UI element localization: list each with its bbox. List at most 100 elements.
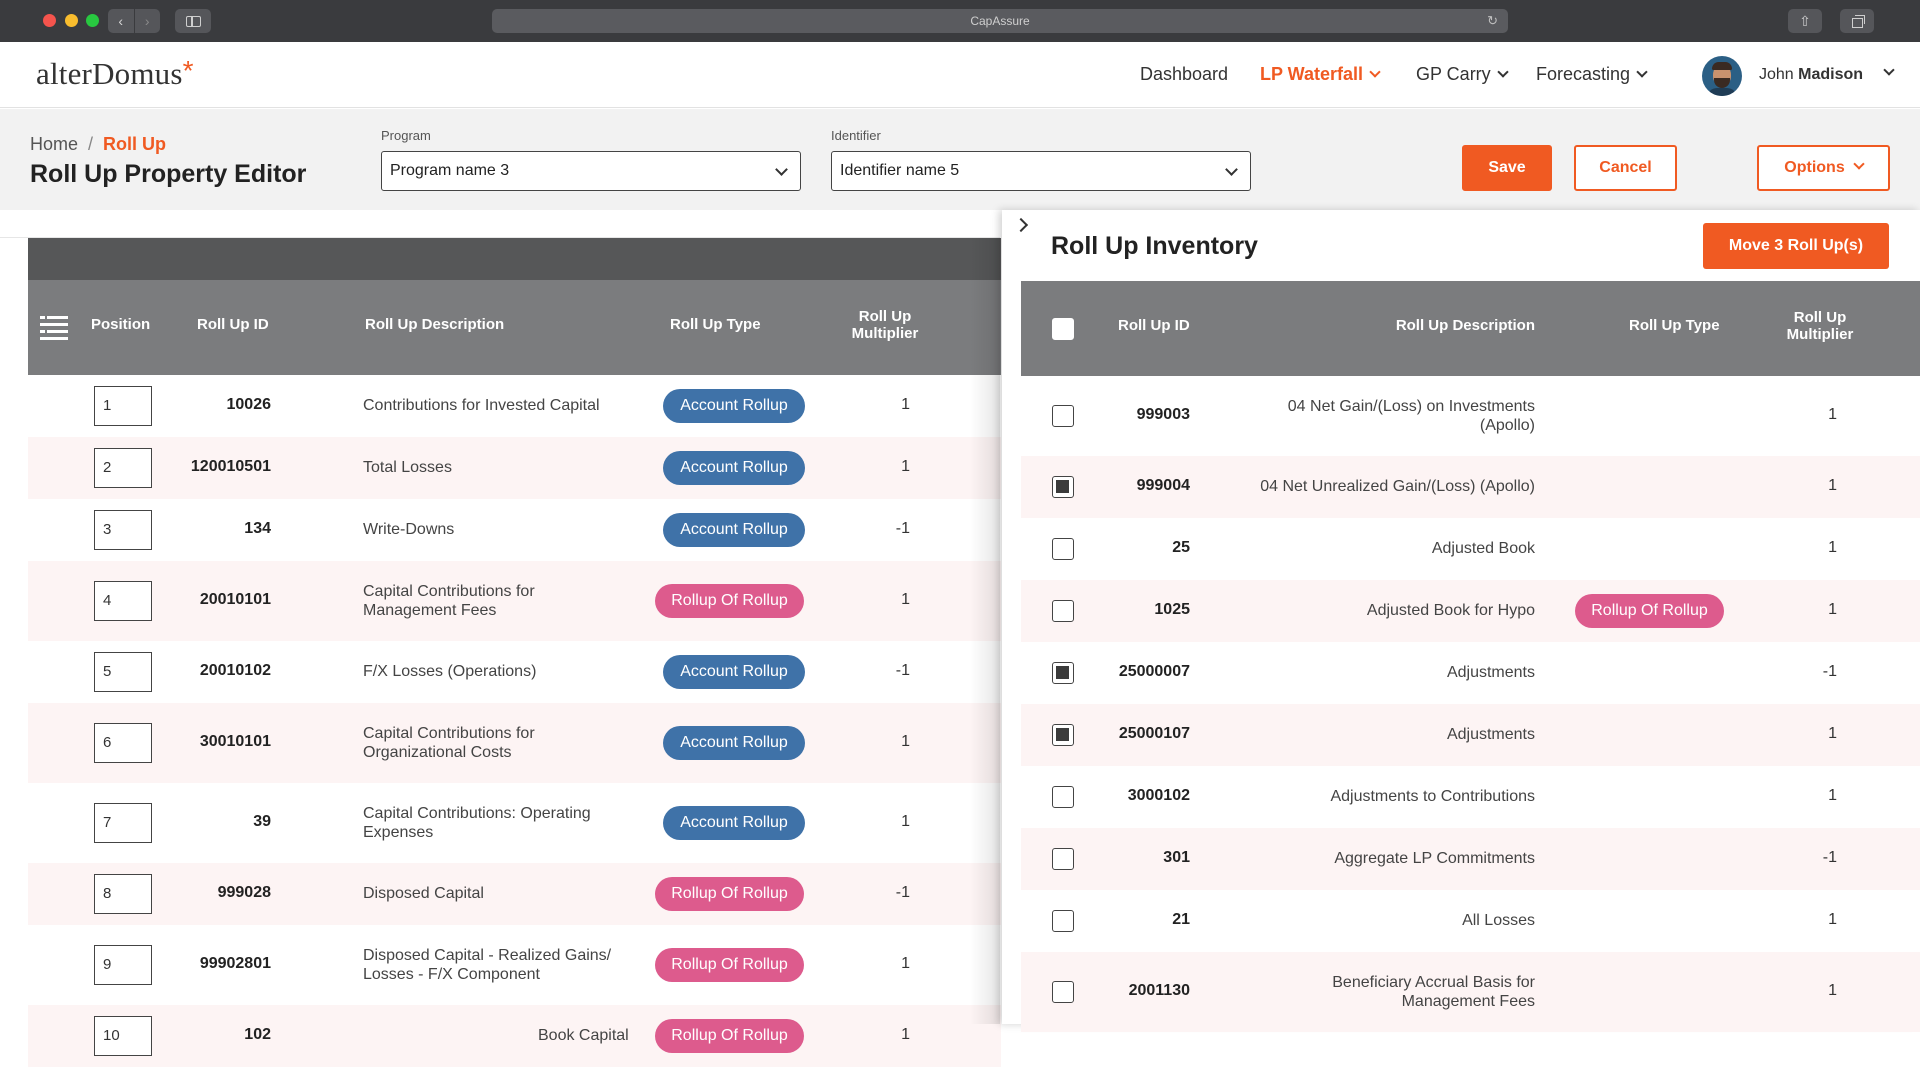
- rollup-description: Capital Contributions for Organizational…: [363, 725, 535, 761]
- position-input[interactable]: 3: [94, 510, 152, 550]
- user-menu-chevron-icon[interactable]: [1883, 64, 1895, 76]
- table-row[interactable]: 7 39 Capital Contributions: Operating Ex…: [28, 783, 1001, 863]
- table-row[interactable]: 999004 04 Net Unrealized Gain/(Loss) (Ap…: [1021, 456, 1920, 518]
- position-input[interactable]: 6: [94, 723, 152, 763]
- table-row[interactable]: 1025 Adjusted Book for Hypo Rollup Of Ro…: [1021, 580, 1920, 642]
- minimize-window-icon[interactable]: [65, 14, 78, 27]
- logo[interactable]: alterDomus*: [36, 55, 194, 92]
- table-row[interactable]: 4 20010101 Capital Contributions for Man…: [28, 561, 1001, 641]
- address-bar[interactable]: CapAssure ↻: [492, 9, 1508, 33]
- rollup-description: 04 Net Unrealized Gain/(Loss) (Apollo): [1260, 478, 1535, 495]
- tabs-overview-icon[interactable]: [1840, 9, 1874, 33]
- row-checkbox[interactable]: [1052, 405, 1074, 427]
- breadcrumb-home[interactable]: Home: [30, 134, 78, 154]
- reload-icon[interactable]: ↻: [1487, 9, 1498, 33]
- close-window-icon[interactable]: [43, 14, 56, 27]
- rollup-type-badge: Rollup Of Rollup: [655, 584, 804, 618]
- nav-lp-waterfall[interactable]: LP Waterfall: [1260, 64, 1381, 85]
- header-rollup-id[interactable]: Roll Up ID: [1118, 317, 1190, 334]
- table-row[interactable]: 3 134 Write-Downs Account Rollup -1: [28, 499, 1001, 561]
- breadcrumb-current[interactable]: Roll Up: [103, 134, 166, 154]
- table-row[interactable]: 2001130 Beneficiary Accrual Basis for Ma…: [1021, 952, 1920, 1032]
- position-input[interactable]: 9: [94, 945, 152, 985]
- rollup-id: 999003: [1136, 406, 1190, 423]
- rollup-multiplier: 1: [901, 591, 910, 608]
- rollup-description: Capital Contributions for Management Fee…: [363, 583, 535, 619]
- rollup-multiplier: 1: [901, 813, 910, 830]
- rollup-id: 134: [244, 520, 271, 537]
- chevron-down-icon: [1636, 66, 1648, 78]
- column-menu-icon[interactable]: [40, 316, 68, 340]
- user-last-name: Madison: [1798, 66, 1864, 83]
- rollup-id: 301: [1163, 849, 1190, 866]
- header-rollup-type[interactable]: Roll Up Type: [1629, 317, 1720, 334]
- user-first-name: John: [1759, 66, 1794, 83]
- program-select[interactable]: Program name 3: [381, 151, 801, 191]
- row-checkbox[interactable]: [1052, 724, 1074, 746]
- rollup-inventory-panel: Roll Up Inventory Move 3 Roll Up(s) Roll…: [1002, 210, 1920, 1032]
- table-row[interactable]: 25 Adjusted Book 1: [1021, 518, 1920, 580]
- forward-icon[interactable]: ›: [133, 9, 161, 33]
- share-icon[interactable]: ⇧: [1788, 9, 1822, 33]
- row-checkbox[interactable]: [1052, 848, 1074, 870]
- avatar[interactable]: [1702, 56, 1742, 96]
- position-input[interactable]: 4: [94, 581, 152, 621]
- header-rollup-multiplier[interactable]: Roll Up Multiplier: [835, 308, 935, 342]
- nav-dashboard[interactable]: Dashboard: [1140, 64, 1228, 85]
- position-input[interactable]: 8: [94, 874, 152, 914]
- table-row[interactable]: 9 99902801 Disposed Capital - Realized G…: [28, 925, 1001, 1005]
- row-checkbox[interactable]: [1052, 476, 1074, 498]
- back-icon[interactable]: ‹: [108, 9, 134, 33]
- save-button[interactable]: Save: [1462, 145, 1552, 191]
- row-checkbox[interactable]: [1052, 786, 1074, 808]
- table-row[interactable]: 5 20010102 F/X Losses (Operations) Accou…: [28, 641, 1001, 703]
- table-row[interactable]: 1 10026 Contributions for Invested Capit…: [28, 375, 1001, 437]
- row-checkbox[interactable]: [1052, 538, 1074, 560]
- rollup-id: 99902801: [199, 955, 271, 972]
- table-row[interactable]: 6 30010101 Capital Contributions for Org…: [28, 703, 1001, 783]
- table-row[interactable]: 3000102 Adjustments to Contributions 1: [1021, 766, 1920, 828]
- position-input[interactable]: 10: [94, 1016, 152, 1056]
- rollup-multiplier: 1: [901, 955, 910, 972]
- table-row[interactable]: 10 102 Book Capital Rollup Of Rollup 1: [28, 1005, 1001, 1067]
- header-position[interactable]: Position: [91, 316, 150, 333]
- row-checkbox[interactable]: [1052, 600, 1074, 622]
- header-rollup-multiplier[interactable]: Roll Up Multiplier: [1770, 309, 1870, 343]
- position-input[interactable]: 2: [94, 448, 152, 488]
- row-checkbox[interactable]: [1052, 981, 1074, 1003]
- table-row[interactable]: 8 999028 Disposed Capital Rollup Of Roll…: [28, 863, 1001, 925]
- row-checkbox[interactable]: [1052, 662, 1074, 684]
- rollup-id: 1025: [1154, 601, 1190, 618]
- rollup-multiplier: 1: [1828, 787, 1837, 804]
- table-row[interactable]: 301 Aggregate LP Commitments -1: [1021, 828, 1920, 890]
- cancel-button[interactable]: Cancel: [1574, 145, 1677, 191]
- breadcrumb: Home / Roll Up: [30, 134, 166, 155]
- identifier-select[interactable]: Identifier name 5: [831, 151, 1251, 191]
- table-row[interactable]: 25000107 Adjustments 1: [1021, 704, 1920, 766]
- table-row[interactable]: 2 120010501 Total Losses Account Rollup …: [28, 437, 1001, 499]
- table-row[interactable]: 999003 04 Net Gain/(Loss) on Investments…: [1021, 376, 1920, 456]
- zoom-window-icon[interactable]: [86, 14, 99, 27]
- table-row[interactable]: 21 All Losses 1: [1021, 890, 1920, 952]
- position-input[interactable]: 5: [94, 652, 152, 692]
- rollup-description: Contributions for Invested Capital: [363, 397, 600, 414]
- header-rollup-description[interactable]: Roll Up Description: [365, 316, 504, 333]
- header-rollup-type[interactable]: Roll Up Type: [670, 316, 761, 333]
- move-rollups-button[interactable]: Move 3 Roll Up(s): [1703, 223, 1889, 269]
- select-all-checkbox[interactable]: [1052, 318, 1074, 340]
- row-checkbox[interactable]: [1052, 910, 1074, 932]
- sidebar-toggle-icon[interactable]: [175, 9, 211, 33]
- address-text: CapAssure: [970, 14, 1030, 28]
- options-button[interactable]: Options: [1757, 145, 1890, 191]
- header-rollup-id[interactable]: Roll Up ID: [197, 316, 269, 333]
- rollup-type-badge: Rollup Of Rollup: [655, 948, 804, 982]
- nav-forecasting[interactable]: Forecasting: [1536, 64, 1648, 85]
- rollup-description: Adjusted Book: [1431, 540, 1535, 557]
- nav-gp-carry[interactable]: GP Carry: [1416, 64, 1509, 85]
- table-row[interactable]: 25000007 Adjustments -1: [1021, 642, 1920, 704]
- chevron-right-icon[interactable]: [1013, 217, 1029, 233]
- header-rollup-description[interactable]: Roll Up Description: [1396, 317, 1535, 334]
- position-input[interactable]: 1: [94, 386, 152, 426]
- user-name[interactable]: John Madison: [1759, 66, 1863, 84]
- position-input[interactable]: 7: [94, 803, 152, 843]
